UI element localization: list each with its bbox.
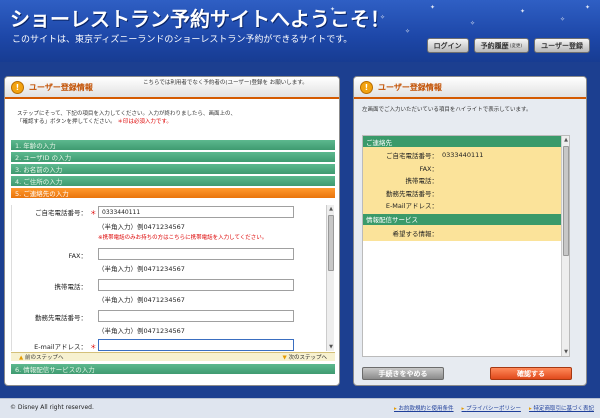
- step-nav: ▲ 前のステップへ ▼ 次のステップへ: [11, 352, 335, 361]
- summary-key: 希望する情報：: [392, 229, 439, 238]
- summary-scrollbar[interactable]: ▲ ▼: [561, 136, 569, 356]
- email-required-mark: ＊: [90, 343, 97, 351]
- summary-section-contact: ご連絡先: [363, 136, 569, 147]
- mobile-input[interactable]: [98, 279, 294, 291]
- scroll-up-icon[interactable]: ▲: [562, 136, 570, 144]
- summary-section-info-service: 情報配信サービス: [363, 213, 569, 225]
- scroll-up-icon[interactable]: ▲: [327, 205, 335, 213]
- mobile-hint: （半角入力）例0471234567: [98, 296, 185, 304]
- email-label: E-mailアドレス：: [34, 343, 87, 351]
- fax-label: FAX：: [68, 252, 87, 260]
- user-register-label: ユーザー登録: [541, 41, 583, 50]
- left-panel-header: ! ユーザー登録情報 こちらでは利用者でなく予約者の(ユーザー)登録を お願いし…: [5, 77, 339, 99]
- home-phone-input[interactable]: 0333440111: [98, 206, 294, 218]
- user-register-button[interactable]: ユーザー登録: [534, 38, 590, 53]
- summary-key: 携帯電話：: [405, 177, 439, 186]
- commerce-law-link[interactable]: 特定商取引に基づく表記: [529, 404, 594, 412]
- required-note: ＊印は必須入力です。: [117, 119, 172, 125]
- info-icon: !: [11, 80, 24, 94]
- copyright: © Disney All right reserved.: [10, 404, 94, 411]
- contact-form: ご自宅電話番号： ＊ 0333440111 （半角入力）例0471234567 …: [11, 205, 335, 351]
- step-6[interactable]: 6. 情報配信サービスの入力: [11, 364, 335, 375]
- login-button-label: ログイン: [433, 41, 462, 50]
- summary-value: 0333440111: [442, 151, 484, 160]
- header-buttons: ログイン 予約履歴 (変更) ユーザー登録: [426, 38, 590, 53]
- fax-hint: （半角入力）例0471234567: [98, 265, 185, 273]
- privacy-link[interactable]: プライバシーポリシー: [462, 404, 521, 412]
- intro-line-1: ステップにそって、下記の項目を入力してください。入力が終わりましたら、画面上の、: [17, 111, 237, 117]
- home-phone-hint: （半角入力）例0471234567: [98, 223, 185, 231]
- intro-line-2: 「確認する」ボタンを押してください。: [17, 119, 116, 125]
- left-panel-title: ユーザー登録情報: [29, 82, 93, 92]
- summary-key: E-Mailアドレス：: [385, 202, 438, 211]
- summary-info-rows: 希望する情報：: [363, 224, 569, 241]
- login-button[interactable]: ログイン: [426, 38, 469, 53]
- site-title: ショーレストラン予約サイトへようこそ！: [10, 7, 390, 31]
- form-scrollbar[interactable]: ▲ ▼: [326, 205, 334, 351]
- summary-key: ご自宅電話番号：: [386, 152, 438, 161]
- step-3[interactable]: 3. お名前の入力: [11, 164, 335, 175]
- work-phone-hint: （半角入力）例0471234567: [98, 327, 185, 335]
- summary-key: 勤務先電話番号：: [386, 189, 438, 198]
- scroll-down-icon[interactable]: ▼: [327, 343, 335, 351]
- reservation-history-sub: (変更): [509, 43, 523, 49]
- scroll-thumb[interactable]: [328, 215, 334, 271]
- summary-key: FAX：: [419, 164, 438, 173]
- prev-step-link[interactable]: ▲ 前のステップへ: [19, 353, 64, 361]
- mobile-label: 携帯電話：: [54, 283, 88, 291]
- reservation-history-button[interactable]: 予約履歴 (変更): [473, 38, 530, 53]
- summary-row: FAX：: [363, 162, 569, 175]
- home-phone-warning: ※携帯電話のみお持ちの方はこちらに携帯電話を入力してください。: [98, 235, 268, 241]
- summary-row: 勤務先電話番号：: [363, 187, 569, 200]
- summary-description: 左画面でご入力いただいている項目をハイライトで表示しています。: [362, 107, 532, 113]
- next-step-label: 次のステップへ: [288, 355, 327, 361]
- step-2[interactable]: 2. ユーザID の入力: [11, 152, 335, 163]
- summary-panel: ! ユーザー登録情報 左画面でご入力いただいている項目をハイライトで表示していま…: [353, 76, 587, 386]
- summary-contact-rows: ご自宅電話番号： 0333440111 FAX： 携帯電話： 勤務先電話番号： E…: [363, 147, 569, 214]
- summary-box: ご連絡先 ご自宅電話番号： 0333440111 FAX： 携帯電話： 勤務先電話…: [362, 135, 570, 357]
- site-subtitle: このサイトは、東京ディズニーランドのショーレストラン予約ができるサイトです。: [12, 35, 353, 45]
- site-footer: © Disney All right reserved. お約款規約と使用条件 …: [0, 398, 600, 418]
- email-input[interactable]: [98, 339, 294, 351]
- site-header: ✦ ✧ ✦ ✧ ✦ ✧ ✦ ✧ ショーレストラン予約サイトへようこそ！ このサイ…: [0, 0, 600, 62]
- info-icon: !: [360, 80, 373, 94]
- prev-step-label: 前のステップへ: [24, 355, 64, 361]
- work-phone-label: 勤務先電話番号：: [35, 314, 87, 322]
- home-phone-label: ご自宅電話番号：: [35, 209, 87, 217]
- summary-row: ご自宅電話番号： 0333440111: [363, 149, 569, 162]
- step-4[interactable]: 4. ご住所の入力: [11, 176, 335, 187]
- footer-links: お約款規約と使用条件 プライバシーポリシー 特定商取引に基づく表記: [394, 404, 594, 412]
- right-panel-title: ユーザー登録情報: [378, 82, 442, 92]
- summary-row: E-Mailアドレス：: [363, 199, 569, 212]
- scroll-down-icon[interactable]: ▼: [562, 348, 570, 356]
- required-mark: ＊: [90, 209, 97, 217]
- intro-text: ステップにそって、下記の項目を入力してください。入力が終わりましたら、画面上の、…: [17, 110, 327, 126]
- work-phone-input[interactable]: [98, 310, 294, 322]
- fax-input[interactable]: [98, 248, 294, 260]
- step-1[interactable]: 1. 年齢の入力: [11, 140, 335, 151]
- next-step-link[interactable]: ▼ 次のステップへ: [283, 353, 328, 361]
- terms-link[interactable]: お約款規約と使用条件: [394, 404, 454, 412]
- summary-row: 希望する情報：: [363, 227, 569, 240]
- registration-form-panel: ! ユーザー登録情報 こちらでは利用者でなく予約者の(ユーザー)登録を お願いし…: [4, 76, 340, 386]
- step-5-active[interactable]: 5. ご連絡先の入力: [11, 188, 335, 199]
- left-panel-note: こちらでは利用者でなく予約者の(ユーザー)登録を お願いします。: [143, 80, 308, 86]
- confirm-button[interactable]: 確認する: [490, 367, 572, 380]
- cancel-button[interactable]: 手続きをやめる: [362, 367, 444, 380]
- reservation-history-label: 予約履歴: [480, 41, 509, 50]
- summary-row: 携帯電話：: [363, 174, 569, 187]
- right-panel-header: ! ユーザー登録情報: [354, 77, 586, 99]
- scroll-thumb[interactable]: [563, 146, 569, 256]
